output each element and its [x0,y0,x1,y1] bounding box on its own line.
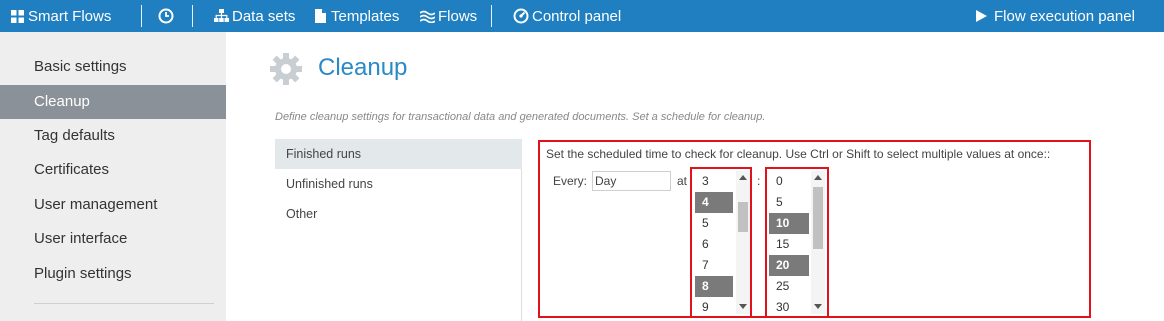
hour-option[interactable]: 9 [695,297,733,316]
tab-other[interactable]: Other [275,199,522,229]
tab-finished-runs[interactable]: Finished runs [275,139,522,169]
sidebar-divider [34,303,214,304]
hour-option[interactable]: 5 [695,213,733,234]
smart-flows-icon [11,9,24,23]
page-description: Define cleanup settings for transactiona… [275,111,766,123]
history-button[interactable] [158,0,174,32]
flow-execution-panel-link[interactable]: Flow execution panel [976,0,1135,32]
hour-option[interactable]: 7 [695,255,733,276]
sidebar-item-plugin-settings[interactable]: Plugin settings [0,257,226,291]
nav-control-panel[interactable]: Control panel [513,0,621,32]
nav-flows-label: Flows [438,7,478,25]
tab-unfinished-runs[interactable]: Unfinished runs [275,169,522,199]
clock-icon [158,8,174,24]
hours-scrollbar[interactable] [736,171,750,314]
flow-execution-panel-label: Flow execution panel [994,7,1135,25]
nav-data-sets[interactable]: Data sets [214,0,295,32]
nav-data-sets-label: Data sets [232,7,296,25]
time-colon: : [757,174,761,188]
brand-link[interactable]: Smart Flows [11,0,111,32]
every-frequency-input[interactable]: Day [592,171,671,191]
nav-templates[interactable]: Templates [315,0,399,32]
hour-option[interactable]: 3 [695,171,733,192]
tabs-divider [521,169,522,321]
minutes-scrollbar[interactable] [811,171,825,314]
minute-option[interactable]: 20 [769,255,809,276]
minute-option[interactable]: 30 [769,297,809,316]
sidebar-item-certificates[interactable]: Certificates [0,153,226,187]
play-icon [976,10,987,22]
minute-option[interactable]: 10 [769,213,809,234]
sitemap-icon [214,9,229,23]
scroll-thumb[interactable] [813,187,823,249]
sidebar-item-user-management[interactable]: User management [0,188,226,222]
scroll-up-arrow-icon[interactable] [814,175,822,180]
minute-option[interactable]: 0 [769,171,809,192]
sidebar-item-cleanup[interactable]: Cleanup [0,85,226,119]
nav-templates-label: Templates [331,7,400,25]
hour-option[interactable]: 8 [695,276,733,297]
nav-control-panel-label: Control panel [532,7,622,25]
every-label: Every: [553,174,588,188]
nav-flows[interactable]: Flows [420,0,477,32]
minutes-select[interactable]: 0 5 10 15 20 25 30 [765,167,829,318]
waves-icon [420,10,435,23]
hour-option[interactable]: 4 [695,192,733,213]
minute-option[interactable]: 25 [769,276,809,297]
gear-icon [268,51,304,92]
brand-label: Smart Flows [28,7,112,25]
at-label: at [677,174,688,188]
sidebar-item-user-interface[interactable]: User interface [0,222,226,256]
sidebar-item-tag-defaults[interactable]: Tag defaults [0,119,226,153]
top-navbar: Smart Flows Data sets Templates Flows Co… [0,0,1164,32]
scroll-up-arrow-icon[interactable] [739,175,747,180]
minute-option[interactable]: 15 [769,234,809,255]
scroll-down-arrow-icon[interactable] [814,304,822,309]
hours-select[interactable]: 3 4 5 6 7 8 9 [690,167,752,318]
nav-divider [141,5,142,27]
minute-option[interactable]: 5 [769,192,809,213]
settings-sidebar: Basic settings Cleanup Tag defaults Cert… [0,32,226,321]
schedule-instructions: Set the scheduled time to check for clea… [546,147,1051,161]
nav-divider [491,5,492,27]
page-title: Cleanup [318,54,408,81]
dashboard-icon [513,8,529,24]
scroll-thumb[interactable] [738,202,748,232]
hour-option[interactable]: 6 [695,234,733,255]
scroll-down-arrow-icon[interactable] [739,304,747,309]
file-icon [315,9,326,23]
nav-divider [192,5,193,27]
sidebar-item-basic-settings[interactable]: Basic settings [0,50,226,84]
